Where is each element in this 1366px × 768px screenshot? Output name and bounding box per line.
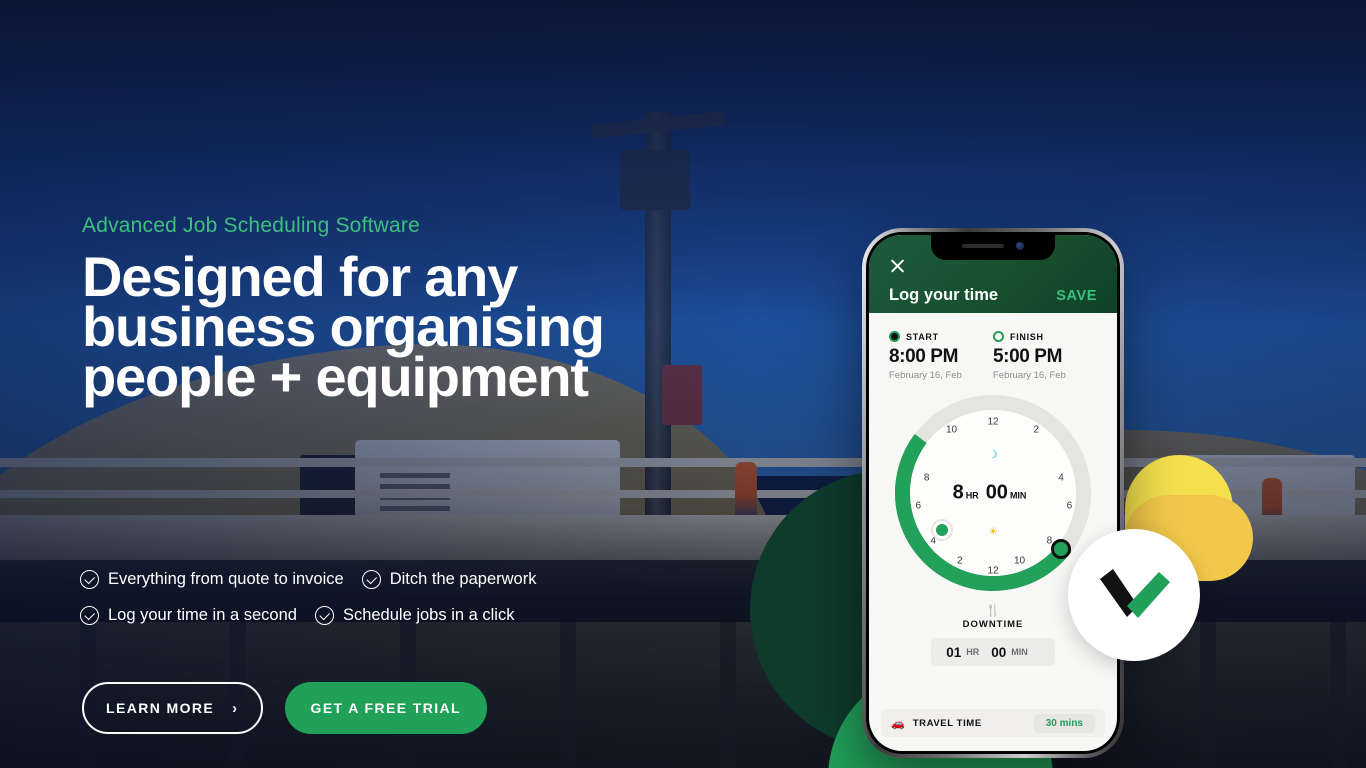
feature-label: Ditch the paperwork	[389, 570, 537, 588]
finish-dot-icon	[993, 331, 1004, 342]
dial-hour-mark: 10	[1013, 555, 1026, 567]
time-dial[interactable]: ☽ ☀ 12 2 4 6 8 10 12 2 4 6 8 10 8 HR 00 …	[869, 355, 1117, 631]
list-item: Log your time in a second	[80, 606, 297, 625]
check-circle-icon	[361, 570, 381, 589]
feature-label: Everything from quote to invoice	[108, 570, 344, 588]
finish-time-value: 5:00 PM	[993, 346, 1063, 367]
cta-row: LEARN MORE › GET A FREE TRIAL	[82, 682, 488, 734]
phone-bezel: Log your time SAVE START 8:00 PM Februar…	[866, 232, 1120, 754]
hero-section: Advanced Job Scheduling Software Designe…	[0, 0, 1366, 768]
speaker-icon	[962, 244, 1004, 248]
dial-duration: 8 HR 00 MIN	[910, 482, 1076, 505]
travel-time-row[interactable]: 🚗 TRAVEL TIME 30 mins	[881, 709, 1105, 737]
time-range: START 8:00 PM February 16, Feb FINISH 5:…	[869, 313, 1117, 381]
finish-date: February 16, Feb	[993, 370, 1066, 381]
app-header-row: Log your time SAVE	[889, 286, 1097, 305]
dial-start-handle[interactable]	[931, 519, 953, 541]
eyebrow-text: Advanced Job Scheduling Software	[82, 214, 420, 237]
feature-list: Everything from quote to invoice Ditch t…	[80, 570, 700, 642]
free-trial-button[interactable]: GET A FREE TRIAL	[284, 682, 488, 734]
brand-logo-badge	[1068, 529, 1200, 661]
start-label-row: START	[889, 331, 993, 342]
list-item: Ditch the paperwork	[361, 570, 537, 589]
start-date: February 16, Feb	[889, 370, 962, 381]
headline-line-3: people + equipment	[82, 345, 589, 408]
list-item: Schedule jobs in a click	[314, 606, 515, 625]
start-time-block[interactable]: START 8:00 PM February 16, Feb	[889, 331, 993, 381]
travel-time-badge: 30 mins	[1033, 713, 1095, 733]
checkmark-logo-icon	[1100, 569, 1170, 618]
dial-hours-value: 8	[952, 481, 964, 504]
phone-mockup: Log your time SAVE START 8:00 PM Februar…	[862, 228, 1124, 758]
page-title: Designed for any business organising peo…	[82, 249, 722, 408]
camera-icon	[1016, 242, 1024, 250]
downtime-hours-unit: HR	[966, 647, 980, 657]
learn-more-button[interactable]: LEARN MORE ›	[82, 682, 263, 734]
dial-hour-mark: 2	[957, 555, 963, 567]
chevron-right-icon: ›	[232, 699, 239, 717]
travel-time-label: TRAVEL TIME	[912, 717, 982, 729]
learn-more-label: LEARN MORE	[106, 700, 215, 716]
downtime-minutes-unit: MIN	[1011, 647, 1028, 657]
downtime-hours-value: 01	[946, 644, 962, 660]
feature-label: Log your time in a second	[108, 606, 297, 624]
downtime-minutes-value: 00	[991, 644, 1007, 660]
check-circle-icon	[314, 606, 334, 625]
phone-notch	[931, 235, 1055, 260]
moon-icon: ☽	[988, 449, 998, 461]
feature-label: Schedule jobs in a click	[342, 606, 515, 624]
finish-time-block[interactable]: FINISH 5:00 PM February 16, Feb	[993, 331, 1097, 381]
finish-label: FINISH	[1010, 331, 1044, 342]
feature-row: Everything from quote to invoice Ditch t…	[80, 570, 700, 589]
dial-hour-mark: 12	[987, 416, 999, 428]
close-icon[interactable]	[889, 257, 906, 274]
check-circle-icon	[80, 606, 99, 625]
start-time-value: 8:00 PM	[889, 346, 959, 367]
dial-end-handle[interactable]	[1051, 539, 1071, 559]
check-circle-icon	[80, 570, 99, 589]
vehicle-icon: 🚗	[891, 717, 905, 730]
list-item: Everything from quote to invoice	[80, 570, 344, 589]
dial-hour-mark: 2	[1033, 424, 1039, 436]
downtime-stepper[interactable]: 01 HR 00 MIN	[931, 638, 1055, 666]
feature-row: Log your time in a second Schedule jobs …	[80, 606, 700, 625]
sun-icon: ☀	[988, 526, 998, 538]
start-dot-icon	[889, 331, 900, 342]
finish-label-row: FINISH	[993, 331, 1097, 342]
dial-hour-mark: 12	[987, 565, 999, 577]
dial-minutes-value: 00	[985, 481, 1008, 504]
dial-minutes-unit: MIN	[1009, 490, 1027, 501]
save-button[interactable]: SAVE	[1056, 288, 1097, 304]
hero-copy: Advanced Job Scheduling Software Designe…	[82, 214, 722, 408]
app-title: Log your time	[889, 286, 999, 304]
start-label: START	[906, 331, 939, 342]
dial-hours-unit: HR	[965, 490, 979, 501]
phone-screen: Log your time SAVE START 8:00 PM Februar…	[869, 235, 1117, 751]
dial-hour-mark: 10	[945, 424, 958, 436]
